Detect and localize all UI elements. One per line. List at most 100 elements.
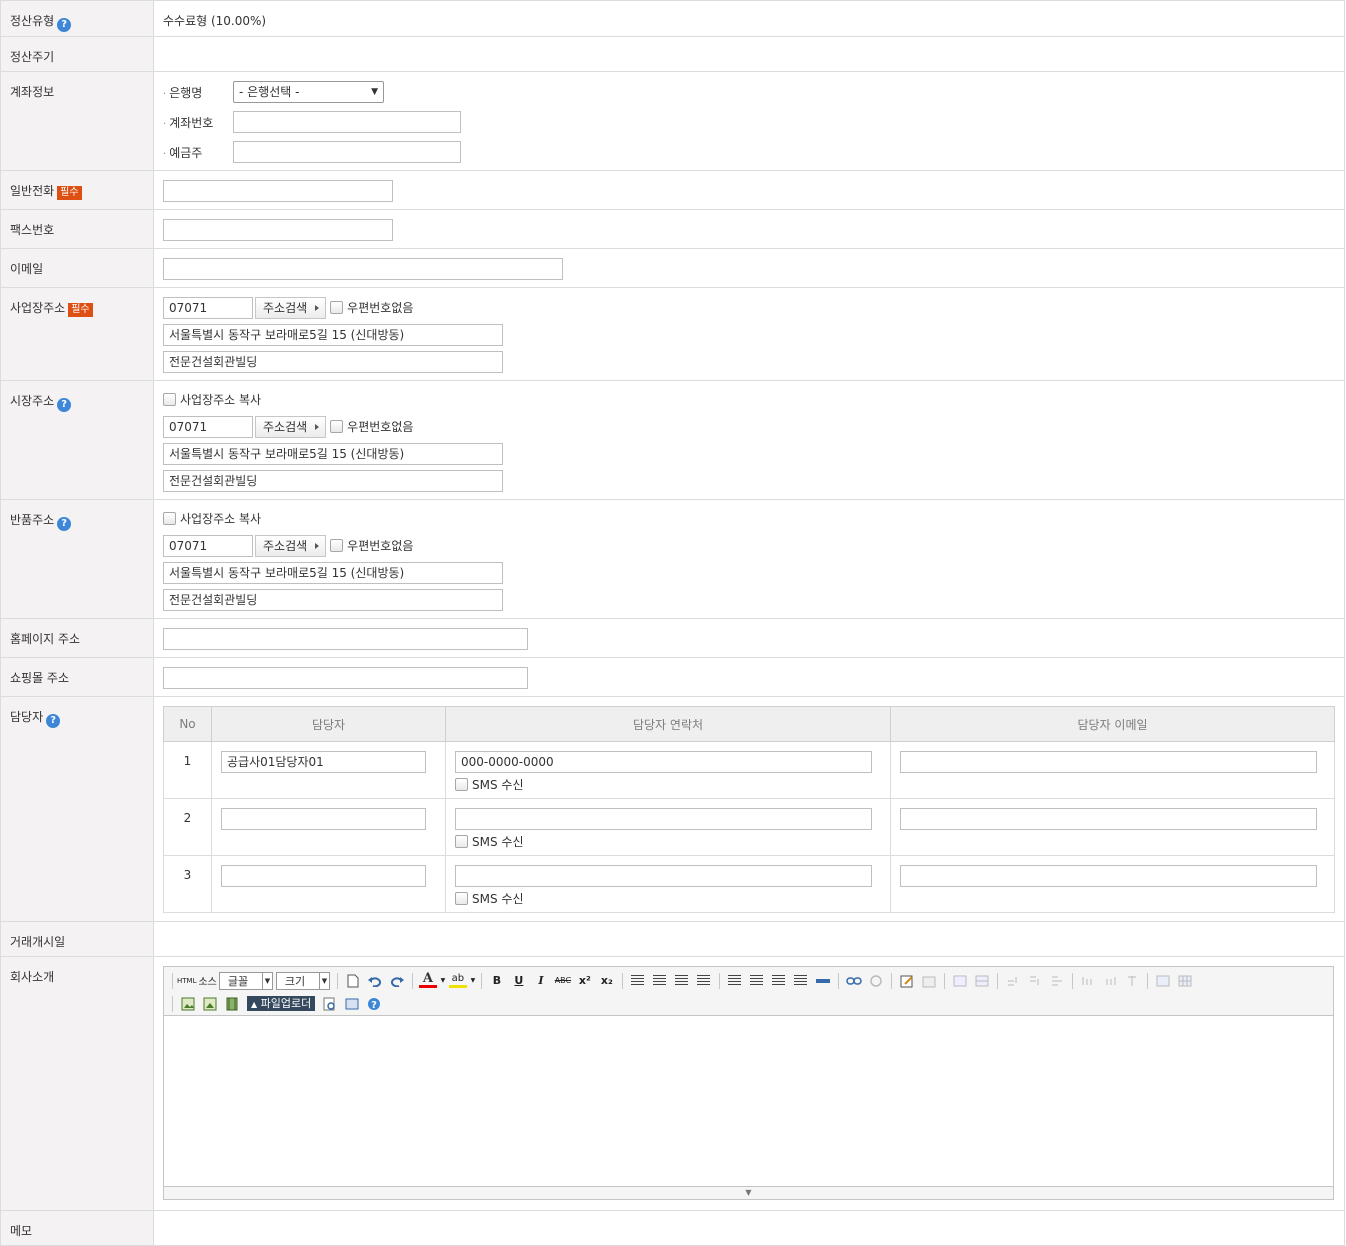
undo-icon[interactable] — [364, 972, 386, 990]
indent-icon[interactable] — [768, 972, 790, 990]
edit-icon[interactable] — [896, 972, 918, 990]
biz-no-zip-checkbox[interactable] — [330, 301, 344, 314]
shop-label: 쇼핑몰 주소 — [0, 657, 154, 697]
align-right-icon[interactable] — [671, 972, 693, 990]
unlink-icon[interactable] — [865, 972, 887, 990]
rich-text-editor: HTML 소스 글꼴 ▼ 크기 ▼ A ▼ ab ▼ B U I ABC x² … — [163, 966, 1334, 1200]
sms-checkbox[interactable] — [455, 835, 468, 848]
font-select[interactable]: 글꼴 ▼ — [218, 971, 273, 990]
redo-icon[interactable] — [386, 972, 408, 990]
sms-checkbox[interactable] — [455, 892, 468, 905]
align-justify-icon[interactable] — [693, 972, 715, 990]
market-zip-input[interactable]: 07071 — [163, 415, 253, 438]
fullscreen-icon[interactable] — [341, 995, 363, 1013]
manager-name-input[interactable] — [221, 808, 426, 830]
account-holder-label: 예금주 — [169, 145, 203, 160]
strikethrough-icon[interactable]: ABC — [552, 972, 574, 990]
sms-checkbox[interactable] — [455, 778, 468, 791]
table-grid-icon[interactable] — [1174, 972, 1196, 990]
manager-email-input[interactable] — [900, 808, 1317, 830]
help-icon[interactable]: ? — [57, 18, 72, 32]
underline-icon[interactable]: U — [508, 972, 530, 990]
market-address-search-button[interactable]: 주소검색 — [255, 415, 327, 438]
email-input[interactable] — [163, 258, 563, 280]
manager-email-input[interactable] — [900, 751, 1317, 773]
html-source-button[interactable]: HTML 소스 — [177, 972, 219, 990]
highlight-dropdown-icon[interactable]: ▼ — [469, 972, 477, 990]
horizontal-rule-icon[interactable] — [812, 972, 834, 990]
no-zip-label: 우편번호없음 — [347, 420, 414, 434]
row-number: 2 — [163, 798, 212, 856]
company-intro-label: 회사소개 — [0, 956, 154, 1211]
table-insert-icon[interactable] — [949, 972, 971, 990]
align-center-icon[interactable] — [649, 972, 671, 990]
manager-email-input[interactable] — [900, 865, 1317, 887]
account-number-input[interactable] — [233, 111, 461, 133]
market-address-line1-input[interactable]: 서울특별시 동작구 보라매로5길 15 (신대방동) — [163, 442, 503, 465]
return-zip-input[interactable]: 07071 — [163, 534, 253, 557]
highlight-color-icon[interactable]: ab — [447, 972, 469, 990]
manager-phone-input[interactable] — [455, 865, 872, 887]
help-icon[interactable]: ? — [46, 714, 61, 728]
insert-row-above-icon[interactable] — [1002, 972, 1024, 990]
delete-col-icon[interactable] — [1121, 972, 1143, 990]
outdent-icon[interactable] — [790, 972, 812, 990]
delete-row-icon[interactable] — [1046, 972, 1068, 990]
subscript-icon[interactable]: x₂ — [596, 972, 618, 990]
image-properties-icon[interactable] — [918, 972, 940, 990]
market-address-line2-input[interactable]: 전문건설회관빌딩 — [163, 469, 503, 492]
manager-phone-input[interactable] — [455, 808, 872, 830]
account-holder-input[interactable] — [233, 141, 461, 163]
ordered-list-icon[interactable] — [724, 972, 746, 990]
market-copy-checkbox[interactable] — [163, 393, 176, 406]
homepage-input[interactable] — [163, 628, 528, 650]
return-copy-checkbox[interactable] — [163, 512, 176, 525]
row-number: 1 — [163, 741, 212, 799]
manager-name-input[interactable]: 공급사01담당자01 — [221, 751, 426, 773]
size-select[interactable]: 크기 ▼ — [275, 971, 330, 990]
fax-input[interactable] — [163, 219, 393, 241]
return-no-zip-checkbox[interactable] — [330, 539, 344, 552]
manager-table: No 담당자 담당자 연락처 담당자 이메일 1 공급사01담당자01 000-… — [163, 706, 1335, 913]
return-address-search-button[interactable]: 주소검색 — [255, 534, 327, 557]
font-color-dropdown-icon[interactable]: ▼ — [439, 972, 447, 990]
editor-toolbar: HTML 소스 글꼴 ▼ 크기 ▼ A ▼ ab ▼ B U I ABC x² … — [164, 967, 1333, 1016]
table-split-icon[interactable] — [1152, 972, 1174, 990]
preview-icon[interactable] — [319, 995, 341, 1013]
manager-name-input[interactable] — [221, 865, 426, 887]
market-no-zip-checkbox[interactable] — [330, 420, 344, 433]
help-icon[interactable]: ? — [363, 995, 385, 1013]
insert-col-right-icon[interactable] — [1099, 972, 1121, 990]
editor-content-area[interactable] — [164, 1016, 1333, 1186]
editor-resize-handle[interactable]: ▼ — [164, 1186, 1333, 1199]
insert-row-below-icon[interactable] — [1024, 972, 1046, 990]
media-icon[interactable] — [221, 995, 243, 1013]
font-color-icon[interactable]: A — [417, 972, 439, 990]
supplier-form: 정산유형? 수수료형 (10.00%) 정산주기 계좌정보 · 은행명 - 은행선… — [0, 0, 1345, 1246]
help-icon[interactable]: ? — [57, 398, 72, 412]
align-left-icon[interactable] — [627, 972, 649, 990]
return-address-line1-input[interactable]: 서울특별시 동작구 보라매로5길 15 (신대방동) — [163, 561, 503, 584]
biz-address-line1-input[interactable]: 서울특별시 동작구 보라매로5길 15 (신대방동) — [163, 323, 503, 346]
insert-col-left-icon[interactable] — [1077, 972, 1099, 990]
image-icon[interactable] — [199, 995, 221, 1013]
biz-address-line2-input[interactable]: 전문건설회관빌딩 — [163, 350, 503, 373]
unordered-list-icon[interactable] — [746, 972, 768, 990]
help-icon[interactable]: ? — [57, 517, 72, 531]
manager-phone-input[interactable]: 000-0000-0000 — [455, 751, 872, 773]
shop-input[interactable] — [163, 667, 528, 689]
bank-select[interactable]: - 은행선택 - ▼ — [233, 81, 384, 103]
return-address-line2-input[interactable]: 전문건설회관빌딩 — [163, 588, 503, 611]
new-document-icon[interactable] — [342, 972, 364, 990]
link-icon[interactable] — [843, 972, 865, 990]
phone-input[interactable] — [163, 180, 393, 202]
table-merge-icon[interactable] — [971, 972, 993, 990]
bold-icon[interactable]: B — [486, 972, 508, 990]
file-uploader-button[interactable]: ▲ 파일업로더 — [247, 996, 316, 1011]
superscript-icon[interactable]: x² — [574, 972, 596, 990]
biz-zip-input[interactable]: 07071 — [163, 296, 253, 319]
italic-icon[interactable]: I — [530, 972, 552, 990]
col-manager-email: 담당자 이메일 — [890, 706, 1335, 742]
biz-address-search-button[interactable]: 주소검색 — [255, 296, 327, 319]
image-upload-icon[interactable] — [177, 995, 199, 1013]
